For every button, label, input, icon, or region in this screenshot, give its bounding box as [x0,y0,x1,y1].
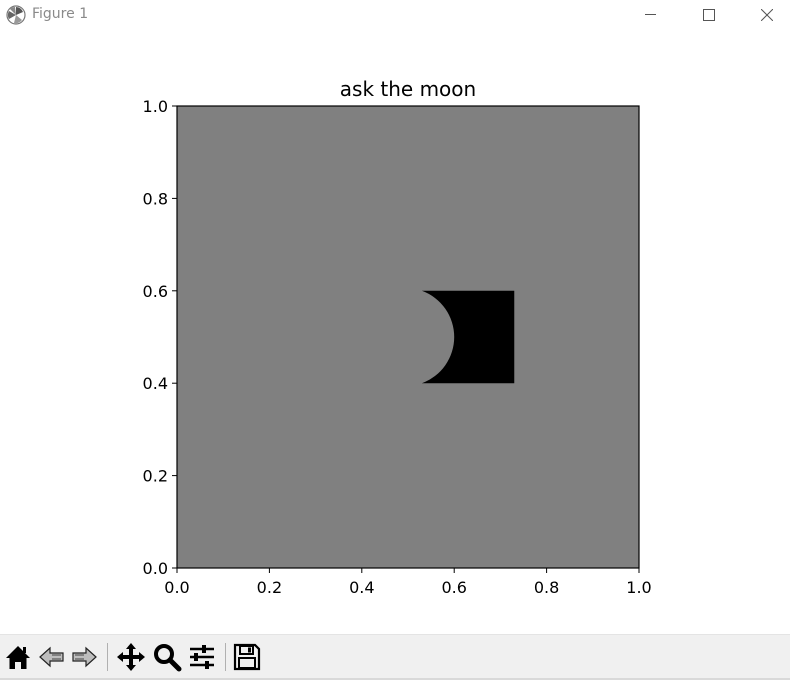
toolbar-separator [107,643,108,671]
y-axis: 0.0 0.2 0.4 0.6 0.8 1.0 [143,97,177,578]
close-button[interactable] [744,0,790,32]
figure-canvas[interactable]: ask the moon 0.0 0.2 0.4 0.6 0.8 1.0 0.00.20.… [0,32,790,632]
maximize-icon [703,9,715,21]
home-icon [6,646,30,669]
zoom-icon [154,644,182,672]
home-button[interactable] [2,641,34,673]
y-tick-label: 0.4 [143,374,168,393]
pan-icon [117,643,145,671]
forward-button[interactable] [68,641,100,673]
zoom-button[interactable] [151,641,183,673]
axes-background [177,106,639,568]
back-button[interactable] [36,641,68,673]
y-tick-label: 0.6 [143,282,168,301]
x-tick-label: 1.0 [626,578,651,597]
x-axis: 0.0 0.2 0.4 0.6 0.8 1.0 [164,568,652,597]
forward-arrow-icon [72,646,97,668]
window-titlebar: Figure 1 [0,0,790,32]
x-tick-label: 0.0 [164,578,189,597]
x-tick-label: 0.8 [534,578,559,597]
navigation-toolbar [0,634,790,679]
close-icon [761,9,773,21]
save-button[interactable] [231,641,263,673]
y-tick-label: 0.2 [143,467,168,486]
configure-subplots-button[interactable] [186,641,218,673]
window-title: Figure 1 [32,6,89,22]
back-arrow-icon [39,646,64,668]
minimize-icon [645,14,656,15]
matplotlib-logo-icon [6,5,26,25]
x-tick-label: 0.4 [349,578,374,597]
maximize-button[interactable] [686,0,732,32]
minimize-button[interactable] [628,0,674,32]
y-tick-label: 1.0 [143,97,168,116]
y-tick-label: 0.8 [143,189,168,208]
pan-button[interactable] [115,641,147,673]
save-icon [233,643,261,671]
y-tick-label: 0.0 [143,559,168,578]
x-tick-label: 0.6 [441,578,466,597]
x-tick-label: 0.2 [257,578,282,597]
sliders-icon [190,645,214,669]
toolbar-separator [225,643,226,671]
chart-title: ask the moon [340,77,476,101]
